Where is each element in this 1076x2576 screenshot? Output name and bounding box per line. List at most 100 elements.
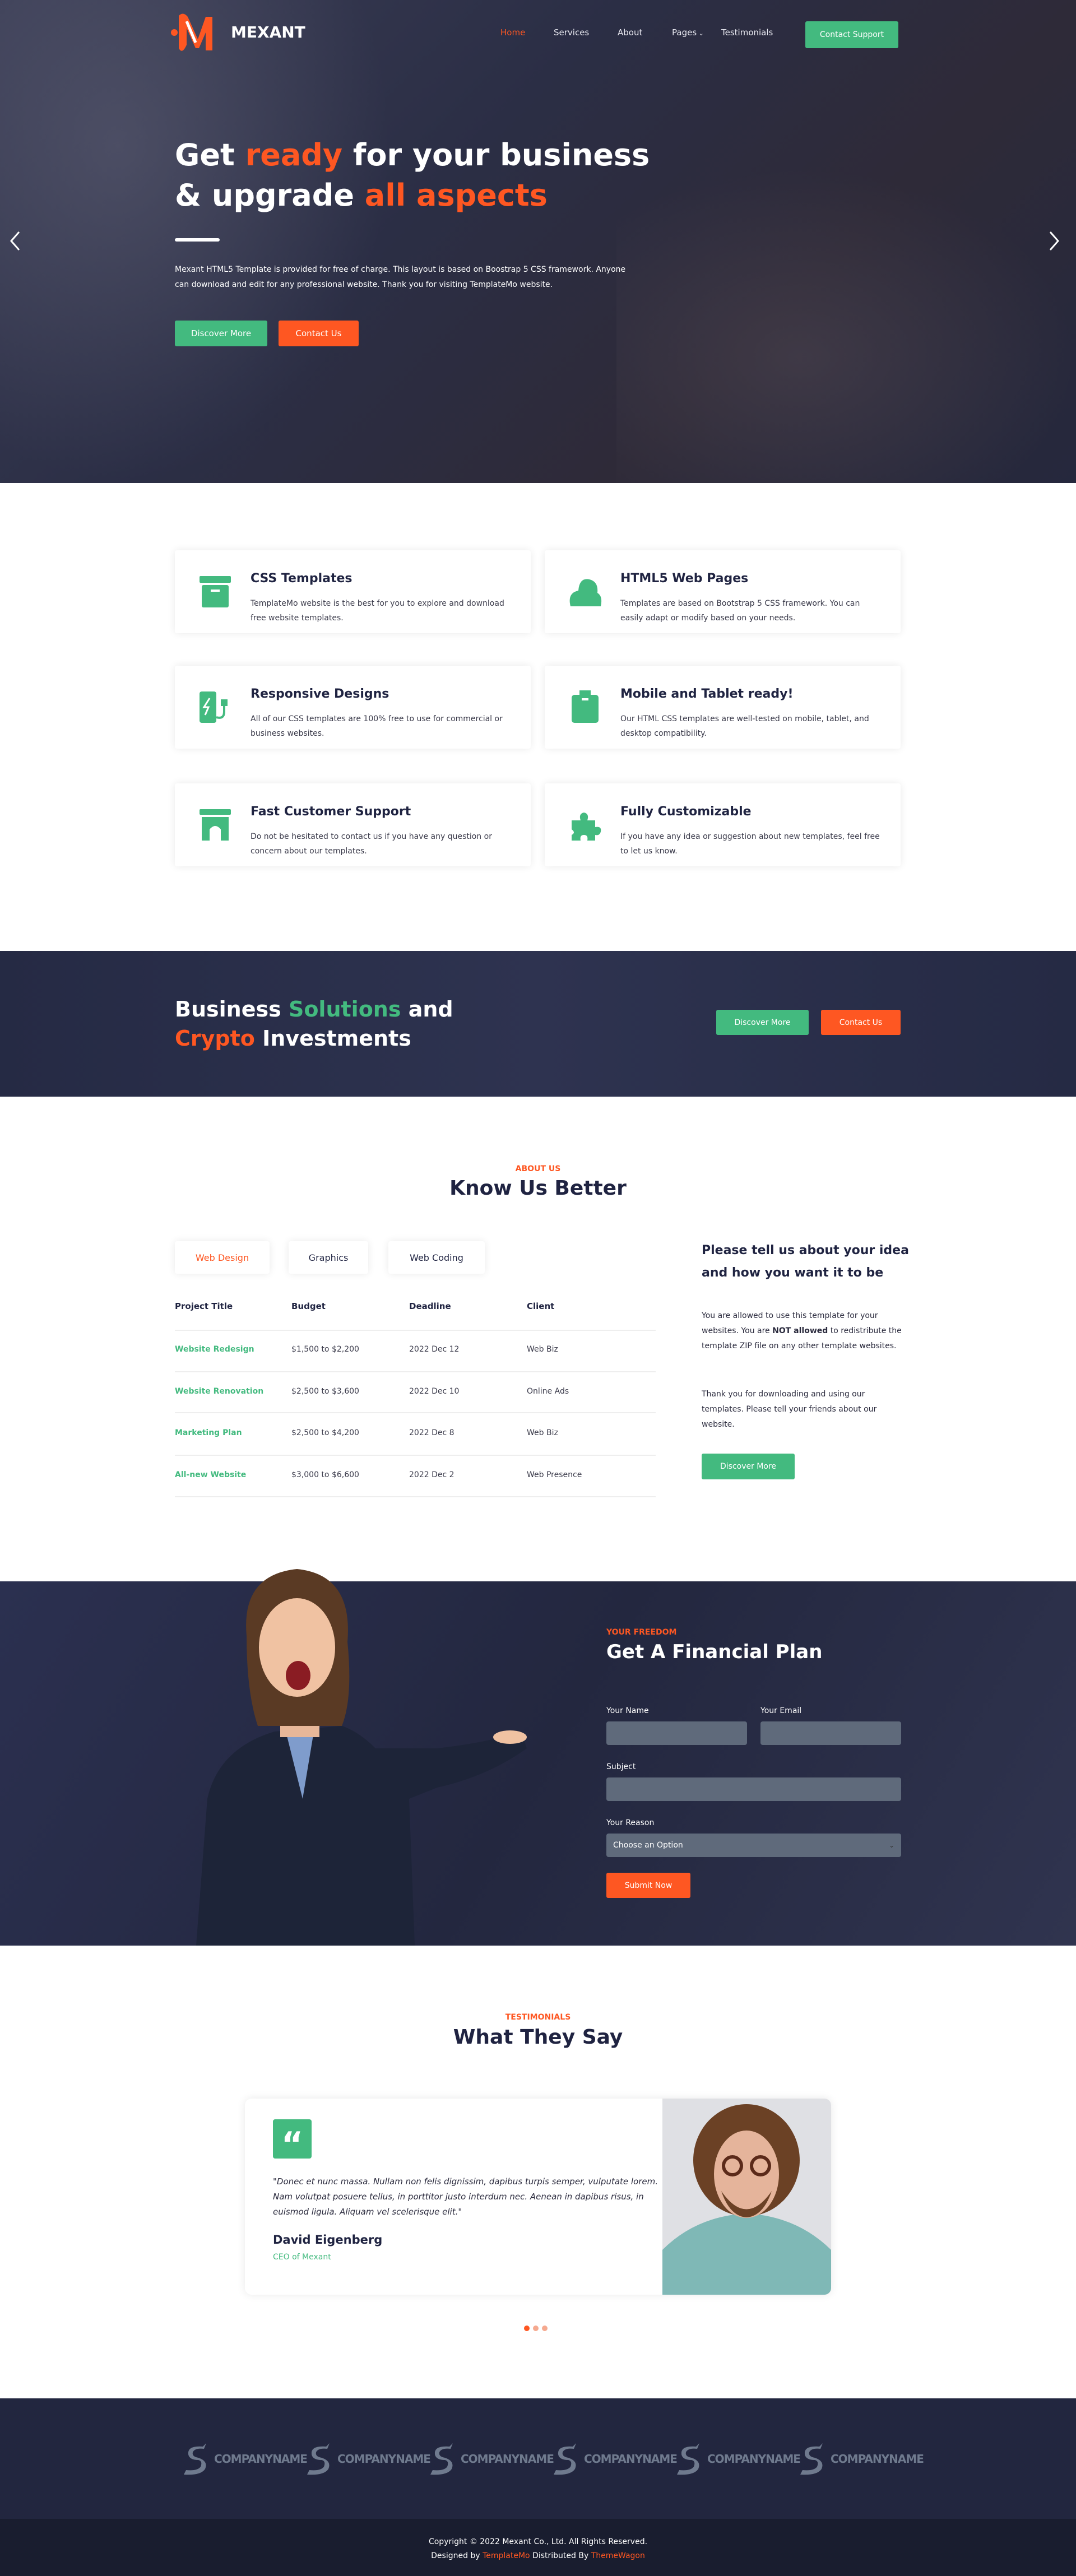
templatemo-link[interactable]: TemplateMo xyxy=(483,2551,530,2560)
testimonial-photo xyxy=(662,2099,831,2295)
about-title: Know Us Better xyxy=(449,1177,627,1200)
hero-background-overlay xyxy=(616,168,1076,483)
woman-photo xyxy=(196,1569,527,1946)
plan-title: Get A Financial Plan xyxy=(606,1641,823,1663)
company-s-logo-icon xyxy=(677,2443,699,2475)
tab-web-design[interactable]: Web Design xyxy=(175,1241,270,1274)
email-label: Your Email xyxy=(760,1706,802,1715)
logo-mark-icon xyxy=(171,13,212,51)
hero-background xyxy=(0,0,392,483)
chevron-right-icon xyxy=(1049,231,1059,250)
name-input[interactable] xyxy=(606,1721,747,1745)
testimonial-role: CEO of Mexant xyxy=(273,2253,331,2262)
column-header: Project Title xyxy=(175,1301,233,1311)
client-logo: COMPANYNAME xyxy=(800,2442,924,2476)
tab-web-coding[interactable]: Web Coding xyxy=(388,1241,485,1274)
table-cell: 2022 Dec 10 xyxy=(409,1386,460,1396)
table-cell: 2022 Dec 12 xyxy=(409,1345,460,1354)
service-card: CSS Templates TemplateMo website is the b… xyxy=(175,550,531,633)
row-divider xyxy=(175,1371,656,1372)
about-discover-more-button[interactable]: Discover More xyxy=(702,1454,795,1479)
project-title-link[interactable]: All-new Website xyxy=(175,1470,246,1479)
hero-discover-more-button[interactable]: Discover More xyxy=(175,321,267,346)
client-logo: COMPANYNAME xyxy=(430,2442,554,2476)
themewagon-link[interactable]: ThemeWagon xyxy=(591,2551,645,2560)
suitcase-icon xyxy=(572,690,599,723)
column-header: Client xyxy=(527,1301,555,1311)
row-divider xyxy=(175,1455,656,1456)
reason-select[interactable]: Choose an Option ⌄ xyxy=(606,1834,901,1857)
testimonial-quote: "Donec et nunc massa. Nullam non felis d… xyxy=(273,2176,658,2217)
service-card: HTML5 Web Pages Templates are based on Bo… xyxy=(545,550,901,633)
nav-services[interactable]: Services xyxy=(554,27,589,38)
client-logo: COMPANYNAME xyxy=(677,2442,801,2476)
slider-prev-button[interactable] xyxy=(7,230,24,252)
row-divider xyxy=(175,1496,656,1497)
footer: Copyright © 2022 Mexant Co., Ltd. All Ri… xyxy=(0,2519,1076,2576)
banner-discover-more-button[interactable]: Discover More xyxy=(716,1010,809,1035)
nav-pages[interactable]: Pages ⌄ xyxy=(672,27,704,38)
charging-station-icon xyxy=(200,691,228,723)
hero-divider xyxy=(175,238,220,242)
reason-label: Your Reason xyxy=(606,1818,655,1827)
banner-contact-us-button[interactable]: Contact Us xyxy=(821,1010,901,1035)
puzzle-icon xyxy=(572,813,601,841)
brand-name: MEXANT xyxy=(231,23,305,41)
table-cell: Online Ads xyxy=(527,1386,569,1396)
column-header: Budget xyxy=(291,1301,326,1311)
table-cell: Web Biz xyxy=(527,1345,558,1354)
chevron-left-icon xyxy=(10,231,20,250)
carousel-dot[interactable] xyxy=(524,2326,530,2331)
service-card: Mobile and Tablet ready! Our HTML CSS tem… xyxy=(545,666,901,749)
project-title-link[interactable]: Website Redesign xyxy=(175,1345,254,1354)
testimonials-label: TESTIMONIALS xyxy=(505,2013,571,2022)
submit-now-button[interactable]: Submit Now xyxy=(606,1873,690,1898)
company-s-logo-icon xyxy=(554,2443,576,2475)
chevron-down-icon: ⌄ xyxy=(888,1841,894,1849)
logo[interactable]: MEXANT xyxy=(171,11,305,53)
email-input[interactable] xyxy=(760,1721,901,1745)
project-title-link[interactable]: Website Renovation xyxy=(175,1387,263,1396)
row-divider xyxy=(175,1412,656,1413)
client-logo: COMPANYNAME xyxy=(184,2442,308,2476)
about-side-paragraph-1: You are allowed to use this template for… xyxy=(702,1311,902,1350)
service-text: Our HTML CSS templates are well-tested o… xyxy=(620,714,869,738)
service-title: HTML5 Web Pages xyxy=(620,572,749,586)
plan-label: YOUR FREEDOM xyxy=(606,1628,677,1637)
nav-home[interactable]: Home xyxy=(500,27,525,38)
hero-headline-line1: Get ready for your business xyxy=(175,137,650,173)
client-logo: COMPANYNAME xyxy=(307,2442,431,2476)
service-title: Fast Customer Support xyxy=(251,805,411,819)
banner-heading: Business Solutions and Crypto Investment… xyxy=(175,997,453,1051)
hero-contact-us-button[interactable]: Contact Us xyxy=(279,321,359,346)
slider-next-button[interactable] xyxy=(1046,230,1063,252)
subject-label: Subject xyxy=(606,1762,636,1771)
contact-support-button[interactable]: Contact Support xyxy=(805,21,898,48)
archive-icon xyxy=(200,576,231,607)
table-cell: $3,000 to $6,600 xyxy=(291,1470,359,1479)
subject-input[interactable] xyxy=(606,1777,901,1801)
hero-headline-line2: & upgrade all aspects xyxy=(175,178,548,213)
company-s-logo-icon xyxy=(307,2443,330,2475)
table-cell: Web Biz xyxy=(527,1428,558,1437)
hero-section xyxy=(0,0,1076,483)
about-label: ABOUT US xyxy=(515,1164,561,1173)
carousel-dot[interactable] xyxy=(542,2326,548,2331)
table-cell: 2022 Dec 8 xyxy=(409,1428,454,1437)
carousel-dot[interactable] xyxy=(533,2326,539,2331)
carousel-dots xyxy=(524,2326,548,2331)
credits-text: Designed by TemplateMo Distributed By Th… xyxy=(431,2551,645,2560)
hero-description: Mexant HTML5 Template is provided for fr… xyxy=(175,265,626,289)
reason-select-value: Choose an Option xyxy=(613,1841,683,1850)
service-text: All of our CSS templates are 100% free t… xyxy=(251,714,503,738)
name-label: Your Name xyxy=(606,1706,649,1715)
row-divider xyxy=(175,1330,656,1331)
nav-testimonials[interactable]: Testimonials xyxy=(721,27,773,38)
service-card: Fully Customizable If you have any idea o… xyxy=(545,783,901,866)
service-card: Fast Customer Support Do not be hesitated… xyxy=(175,783,531,866)
archway-icon xyxy=(200,809,231,841)
tab-graphics[interactable]: Graphics xyxy=(289,1241,368,1274)
nav-about[interactable]: About xyxy=(618,27,642,38)
project-title-link[interactable]: Marketing Plan xyxy=(175,1428,242,1437)
testimonial-name: David Eigenberg xyxy=(273,2233,383,2247)
